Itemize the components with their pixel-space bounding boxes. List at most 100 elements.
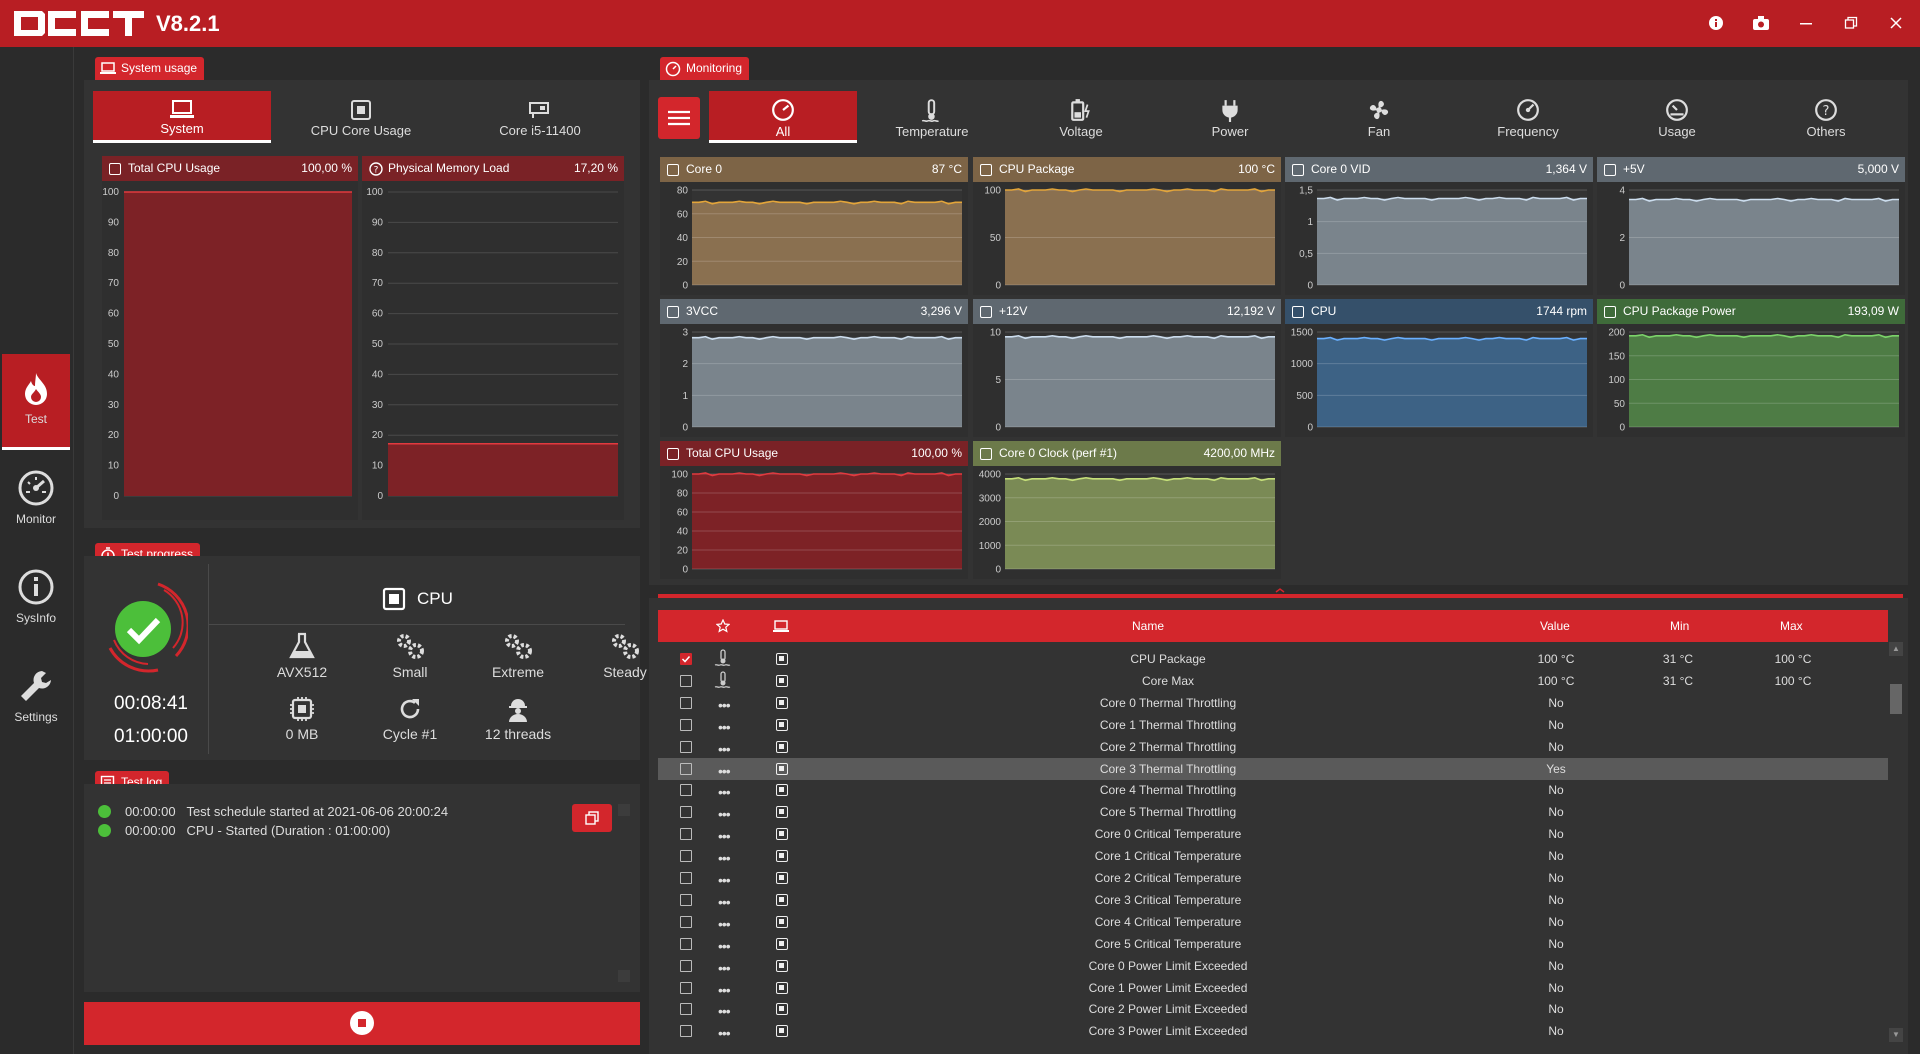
table-row[interactable]: CPU Package 100 °C 31 °C 100 °C	[658, 648, 1888, 670]
monitor-graph[interactable]: Total CPU Usage 100,00 % 100 80 60 40 20 0	[660, 441, 968, 579]
tab-frequency[interactable]: Frequency	[1454, 91, 1602, 143]
monitor-graph[interactable]: Core 0 Clock (perf #1) 4200,00 MHz 4000 300…	[973, 441, 1281, 579]
row-checkbox[interactable]	[680, 893, 692, 906]
table-row[interactable]: ••• Core 4 Thermal Throttling No	[658, 779, 1888, 801]
table-row[interactable]: ••• Core 5 Thermal Throttling No	[658, 801, 1888, 823]
table-row[interactable]: ••• Core 0 Critical Temperature No	[658, 823, 1888, 845]
table-scrollbar[interactable]: ▲ ▼	[1889, 642, 1903, 1042]
row-checkbox[interactable]	[680, 937, 692, 950]
monitor-graph[interactable]: +12V 12,192 V 10 5 0	[973, 299, 1281, 437]
table-row[interactable]: ••• Core 2 Critical Temperature No	[658, 867, 1888, 889]
table-row[interactable]: ••• Core 1 Power Limit Exceeded No	[658, 977, 1888, 999]
tab-all[interactable]: All	[709, 91, 857, 143]
more-icon[interactable]: •••	[718, 763, 731, 779]
monitor-icon	[773, 620, 789, 632]
table-row[interactable]: ••• Core 3 Power Limit Exceeded No	[658, 1020, 1888, 1042]
row-checkbox[interactable]	[680, 850, 692, 863]
scrollbar-thumb[interactable]	[1890, 684, 1902, 714]
table-row[interactable]: ••• Core 1 Thermal Throttling No	[658, 714, 1888, 736]
row-checkbox[interactable]	[680, 959, 692, 972]
row-checkbox[interactable]	[680, 1003, 692, 1016]
sidebar-item-test[interactable]: Test	[2, 354, 70, 450]
row-checkbox[interactable]	[680, 740, 692, 753]
info-button[interactable]	[1702, 10, 1730, 36]
row-checkbox[interactable]	[680, 806, 692, 819]
row-checkbox[interactable]	[680, 872, 692, 884]
row-checkbox[interactable]	[680, 828, 692, 841]
table-row[interactable]: ••• Core 3 Critical Temperature No	[658, 889, 1888, 911]
more-icon[interactable]: •••	[718, 1025, 731, 1041]
more-icon[interactable]: •••	[718, 784, 731, 800]
copy-log-button[interactable]	[572, 804, 612, 832]
column-value[interactable]: Value	[1540, 619, 1570, 633]
log-scroll-down[interactable]	[618, 970, 630, 982]
tab-others[interactable]: ? Others	[1752, 91, 1900, 143]
column-name[interactable]: Name	[1132, 619, 1164, 633]
more-icon[interactable]: •••	[718, 872, 731, 888]
monitor-graph[interactable]: +5V 5,000 V 4 2 0	[1597, 157, 1905, 295]
monitor-graph[interactable]: CPU 1744 rpm 1500 1000 500 0	[1285, 299, 1593, 437]
tab-core-i5-11400[interactable]: Core i5-11400	[451, 91, 629, 143]
column-max[interactable]: Max	[1780, 619, 1803, 633]
row-checkbox[interactable]	[680, 1025, 692, 1038]
more-icon[interactable]: •••	[718, 850, 731, 866]
graph-plot: 100 80 60 40 20 0	[660, 466, 968, 579]
menu-button[interactable]	[658, 97, 700, 139]
tab-usage[interactable]: Usage	[1603, 91, 1751, 143]
monitor-graph[interactable]: Core 0 87 °C 80 60 40 20 0	[660, 157, 968, 295]
tab-system[interactable]: System	[93, 91, 271, 143]
close-button[interactable]	[1882, 10, 1910, 36]
sidebar-item-settings[interactable]: Settings	[2, 650, 70, 746]
column-min[interactable]: Min	[1670, 619, 1689, 633]
tab-temperature[interactable]: Temperature	[858, 91, 1006, 143]
screenshot-button[interactable]	[1747, 10, 1775, 36]
row-checkbox[interactable]	[680, 915, 692, 928]
more-icon[interactable]: •••	[718, 741, 731, 757]
more-icon[interactable]: •••	[718, 938, 731, 954]
mini-plot: 3 2 1 0	[682, 328, 962, 434]
table-row[interactable]: ••• Core 0 Thermal Throttling No	[658, 692, 1888, 714]
more-icon[interactable]: •••	[718, 697, 731, 713]
row-checkbox[interactable]	[680, 762, 692, 775]
table-row[interactable]: ••• Core 3 Thermal Throttling Yes	[658, 757, 1888, 780]
tab-cpu-core-usage[interactable]: CPU Core Usage	[272, 91, 450, 143]
table-row[interactable]: ••• Core 0 Power Limit Exceeded No	[658, 955, 1888, 977]
row-checkbox[interactable]	[680, 674, 692, 687]
table-row[interactable]: ••• Core 4 Critical Temperature No	[658, 911, 1888, 933]
more-icon[interactable]: •••	[718, 719, 731, 735]
log-scroll-up[interactable]	[618, 804, 630, 816]
tab-voltage[interactable]: Voltage	[1007, 91, 1155, 143]
row-checkbox[interactable]	[680, 784, 692, 797]
scroll-down-arrow[interactable]: ▼	[1889, 1028, 1903, 1042]
sidebar-item-monitor[interactable]: Monitor	[2, 452, 70, 548]
device-icon	[776, 959, 788, 972]
sidebar-item-sysinfo[interactable]: SysInfo	[2, 551, 70, 647]
monitoring-title: Monitoring	[686, 61, 743, 75]
minimize-button[interactable]	[1792, 10, 1820, 36]
more-icon[interactable]: •••	[718, 828, 731, 844]
more-icon[interactable]: •••	[718, 916, 731, 932]
scroll-up-arrow[interactable]: ▲	[1889, 642, 1903, 656]
monitor-graph[interactable]: CPU Package 100 °C 100 50 0	[973, 157, 1281, 295]
stop-test-button[interactable]	[84, 1002, 640, 1045]
row-checkbox[interactable]	[680, 981, 692, 994]
row-checkbox[interactable]	[680, 718, 692, 731]
monitor-graph[interactable]: Core 0 VID 1,364 V 1,5 1 0,5 0	[1285, 157, 1593, 295]
row-checkbox[interactable]	[680, 653, 692, 665]
more-icon[interactable]: •••	[718, 960, 731, 976]
table-row[interactable]: ••• Core 2 Thermal Throttling No	[658, 736, 1888, 758]
more-icon[interactable]: •••	[718, 806, 731, 822]
monitor-graph[interactable]: 3VCC 3,296 V 3 2 1 0	[660, 299, 968, 437]
tab-fan[interactable]: Fan	[1305, 91, 1453, 143]
tab-power[interactable]: Power	[1156, 91, 1304, 143]
table-row[interactable]: Core Max 100 °C 31 °C 100 °C	[658, 670, 1888, 692]
more-icon[interactable]: •••	[718, 982, 731, 998]
monitor-graph[interactable]: CPU Package Power 193,09 W 200 150 100 50 0	[1597, 299, 1905, 437]
table-row[interactable]: ••• Core 1 Critical Temperature No	[658, 845, 1888, 867]
row-checkbox[interactable]	[680, 696, 692, 709]
table-row[interactable]: ••• Core 5 Critical Temperature No	[658, 933, 1888, 955]
table-row[interactable]: ••• Core 2 Power Limit Exceeded No	[658, 998, 1888, 1020]
more-icon[interactable]: •••	[718, 894, 731, 910]
restore-button[interactable]	[1837, 10, 1865, 36]
more-icon[interactable]: •••	[718, 1003, 731, 1019]
